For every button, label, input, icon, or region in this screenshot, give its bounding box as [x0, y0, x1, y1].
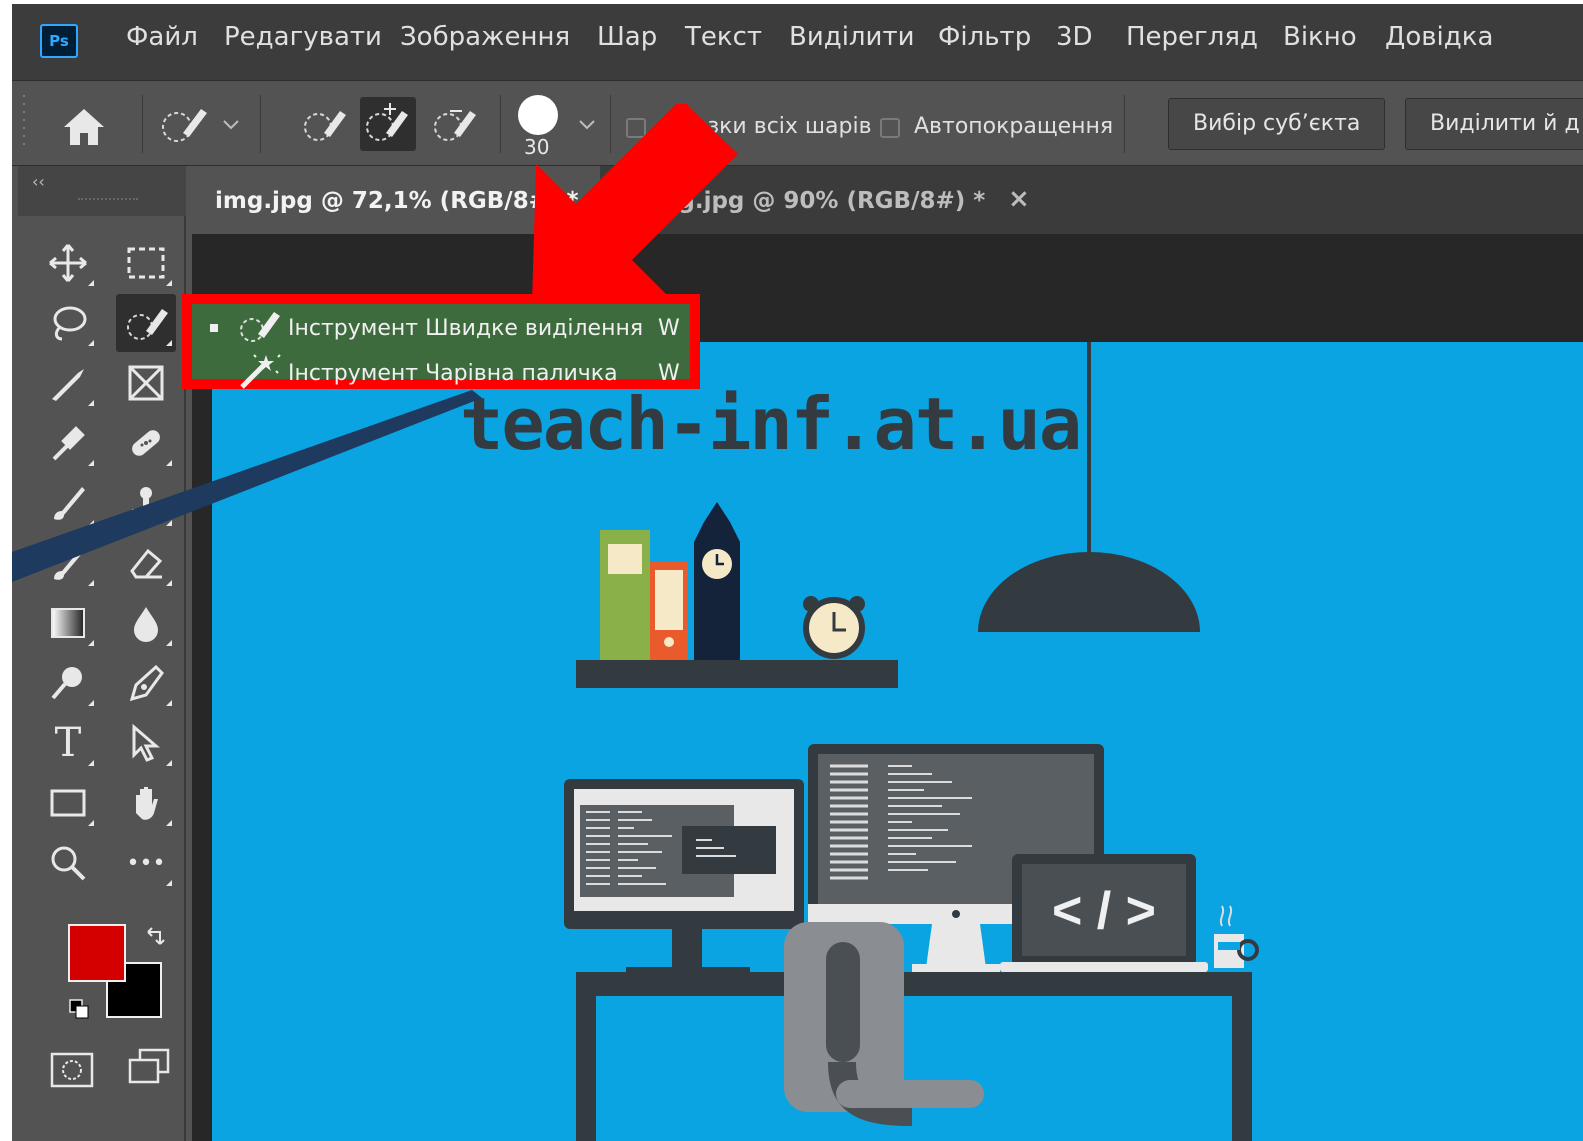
quick-selection-icon — [240, 312, 280, 342]
close-tab-icon[interactable]: × — [1008, 184, 1030, 214]
collapse-panel-icon[interactable]: ‹‹ — [32, 172, 45, 191]
ps-logo: Ps — [40, 24, 78, 58]
more-icon: ••• — [126, 850, 166, 876]
active-indicator — [210, 324, 218, 332]
tools-panel-header: ‹‹ — [18, 166, 186, 216]
type-tool-button[interactable]: T — [38, 714, 98, 772]
auto-enhance-label: Автопокращення — [914, 114, 1114, 139]
menu-filter[interactable]: Фільтр — [938, 22, 1031, 52]
dodge-icon — [51, 667, 82, 700]
magnifier-icon — [51, 846, 86, 881]
foreground-color-swatch[interactable] — [68, 924, 126, 982]
zoom-tool-button[interactable] — [38, 834, 98, 892]
menu-view[interactable]: Перегляд — [1126, 22, 1258, 52]
separator — [142, 95, 143, 153]
document-tab-bar: img.jpg @ 72,1% (RGB/8#) * ng.jpg @ 90% … — [192, 166, 1583, 234]
separator — [500, 95, 501, 153]
swap-colors-icon[interactable] — [144, 926, 168, 950]
flyout-item-magic-wand[interactable]: Інструмент Чарівна паличка W — [192, 353, 690, 391]
move-icon — [49, 244, 87, 282]
gradient-icon — [51, 608, 85, 638]
flyout-item-label: Інструмент Чарівна паличка — [288, 361, 618, 386]
menu-file[interactable]: Файл — [126, 22, 198, 52]
water-drop-icon — [134, 607, 158, 642]
menu-layer[interactable]: Шар — [597, 22, 657, 52]
more-tools-button[interactable]: ••• — [116, 834, 176, 892]
subtract-from-selection-icon[interactable] — [430, 103, 484, 147]
lasso-icon — [53, 306, 87, 341]
quick-mask-icon[interactable] — [50, 1052, 94, 1088]
tools-panel: ‹‹ T ••• — [18, 166, 186, 1141]
menu-image[interactable]: Зображення — [400, 22, 570, 52]
tool-preset-picker-icon[interactable] — [157, 103, 217, 147]
menu-edit[interactable]: Редагувати — [224, 22, 382, 52]
select-and-mask-button[interactable]: Виділити й д — [1405, 98, 1583, 150]
move-tool-button[interactable] — [38, 234, 98, 292]
menu-bar: Ps Файл Редагувати Зображення Шар Текст … — [12, 4, 1583, 80]
home-icon[interactable] — [62, 107, 106, 147]
arrow-pointer-icon — [132, 723, 161, 762]
pen-tool-button[interactable] — [116, 654, 176, 712]
auto-enhance-checkbox[interactable] — [880, 118, 900, 138]
path-selection-tool-button[interactable] — [116, 714, 176, 772]
menu-type[interactable]: Текст — [685, 22, 762, 52]
menu-help[interactable]: Довідка — [1385, 22, 1493, 52]
menu-window[interactable]: Вікно — [1283, 22, 1357, 52]
default-colors-icon[interactable] — [68, 998, 92, 1022]
options-grip-icon — [23, 95, 25, 145]
magic-wand-icon — [240, 354, 281, 389]
menu-select[interactable]: Виділити — [789, 22, 915, 52]
select-subject-button[interactable]: Вибір суб’єкта — [1168, 98, 1386, 150]
type-icon: T — [54, 720, 82, 766]
rectangle-tool-button[interactable] — [38, 774, 98, 832]
chevron-down-icon[interactable] — [222, 119, 240, 131]
screen-mode-icon[interactable] — [128, 1048, 172, 1088]
add-to-selection-icon — [366, 103, 408, 141]
options-bar: 30 разки всіх шарів Автопокращення Вибір… — [12, 80, 1583, 166]
rectangular-marquee-icon — [127, 247, 165, 279]
quick-selection-icon — [127, 309, 168, 340]
new-selection-icon[interactable] — [300, 103, 354, 147]
photoshop-window: Ps Файл Редагувати Зображення Шар Текст … — [12, 4, 1583, 1141]
code-symbol: < / > — [1052, 882, 1156, 940]
hand-tool-button[interactable] — [116, 774, 176, 832]
pen-nib-icon — [129, 664, 164, 702]
separator — [260, 95, 261, 153]
marquee-tool-button[interactable] — [116, 234, 176, 292]
red-arrow-annotation — [532, 104, 738, 304]
panel-grip — [78, 198, 138, 202]
dodge-tool-button[interactable] — [38, 654, 98, 712]
quick-selection-tool-button[interactable] — [116, 294, 176, 352]
menu-3d[interactable]: 3D — [1056, 22, 1093, 52]
separator — [1124, 95, 1125, 153]
hand-icon — [136, 787, 158, 820]
flyout-item-shortcut: W — [658, 361, 680, 386]
lasso-tool-button[interactable] — [38, 294, 98, 352]
annotation-pointer-line — [12, 390, 482, 582]
add-to-selection-button[interactable] — [360, 97, 416, 151]
rectangle-icon — [50, 789, 86, 817]
